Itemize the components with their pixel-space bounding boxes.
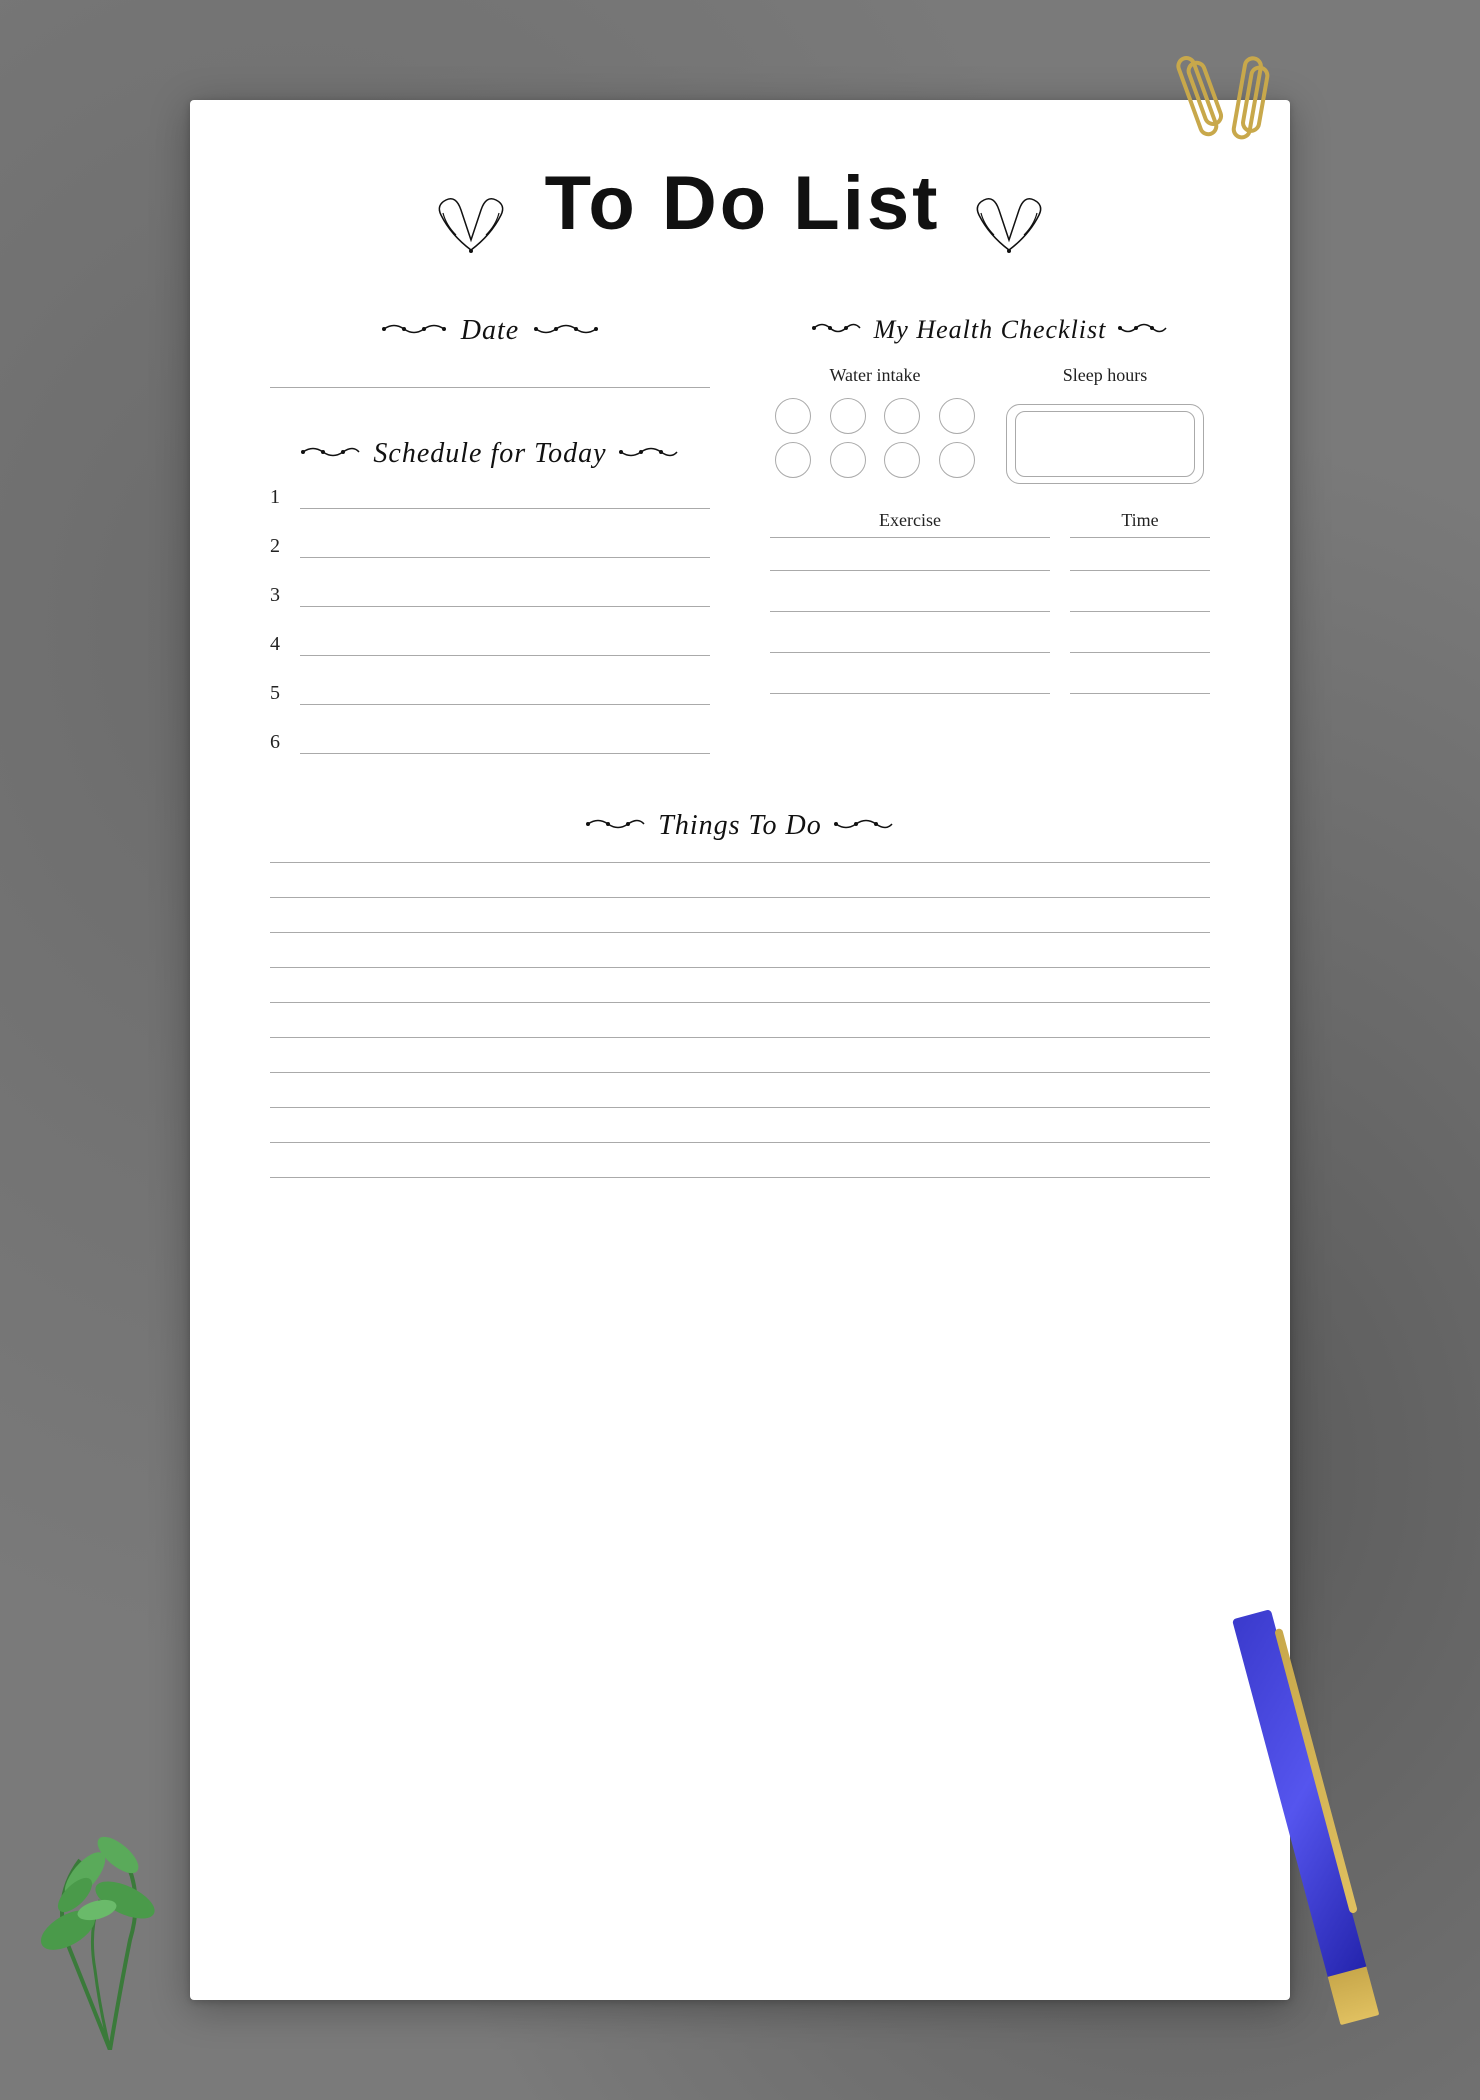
sleep-section: Sleep hours bbox=[1000, 365, 1210, 490]
todo-line-8 bbox=[270, 1107, 1210, 1108]
todo-line-6 bbox=[270, 1037, 1210, 1038]
todo-line-10 bbox=[270, 1177, 1210, 1178]
date-label: Date bbox=[461, 315, 519, 347]
exercise-line-4 bbox=[770, 693, 1050, 694]
things-section: Things To Do bbox=[270, 810, 1210, 1178]
time-line-3 bbox=[1070, 652, 1210, 653]
water-circle-2[interactable] bbox=[830, 398, 866, 434]
schedule-line-4 bbox=[300, 655, 710, 656]
schedule-item-3: 3 bbox=[270, 584, 710, 611]
date-header: Date bbox=[270, 315, 710, 347]
time-line-1 bbox=[1070, 570, 1210, 571]
date-section: Date bbox=[270, 315, 710, 388]
water-circle-1[interactable] bbox=[775, 398, 811, 434]
exercise-item-4 bbox=[770, 673, 1210, 694]
page-title: To Do List bbox=[545, 160, 941, 247]
main-content: Date bbox=[270, 315, 1210, 780]
health-label: My Health Checklist bbox=[874, 315, 1107, 345]
todo-line-1 bbox=[270, 862, 1210, 863]
schedule-item-1: 1 bbox=[270, 486, 710, 513]
todo-line-3 bbox=[270, 932, 1210, 933]
date-laurel-right bbox=[531, 318, 601, 345]
schedule-number-1: 1 bbox=[270, 486, 290, 509]
todo-line-9 bbox=[270, 1142, 1210, 1143]
plant-decoration bbox=[0, 1700, 220, 2050]
water-circle-5[interactable] bbox=[775, 442, 811, 478]
exercise-header: Exercise Time bbox=[770, 510, 1210, 538]
todo-line-4 bbox=[270, 967, 1210, 968]
water-sleep-row: Water intake Sleep hours bbox=[770, 365, 1210, 490]
sleep-box-inner bbox=[1015, 411, 1195, 477]
water-circle-4[interactable] bbox=[939, 398, 975, 434]
water-circles bbox=[770, 398, 980, 478]
schedule-line-6 bbox=[300, 753, 710, 754]
schedule-number-6: 6 bbox=[270, 731, 290, 754]
exercise-item-2 bbox=[770, 591, 1210, 612]
schedule-item-6: 6 bbox=[270, 731, 710, 758]
time-line-4 bbox=[1070, 693, 1210, 694]
sleep-box-outer bbox=[1006, 404, 1204, 484]
sleep-box-container bbox=[1000, 398, 1210, 490]
exercise-line-2 bbox=[770, 611, 1050, 612]
exercise-line-1 bbox=[770, 570, 1050, 571]
schedule-line-3 bbox=[300, 606, 710, 607]
water-label: Water intake bbox=[770, 365, 980, 386]
exercise-label: Exercise bbox=[770, 510, 1050, 538]
water-circle-8[interactable] bbox=[939, 442, 975, 478]
exercise-section: Exercise Time bbox=[770, 510, 1210, 694]
schedule-number-4: 4 bbox=[270, 633, 290, 656]
schedule-line-1 bbox=[300, 508, 710, 509]
todo-line-5 bbox=[270, 1002, 1210, 1003]
date-laurel-left bbox=[379, 318, 449, 345]
schedule-label: Schedule for Today bbox=[373, 438, 606, 470]
health-header: My Health Checklist bbox=[770, 315, 1210, 345]
things-label: Things To Do bbox=[658, 810, 821, 842]
health-laurel-left bbox=[812, 317, 862, 344]
exercise-line-3 bbox=[770, 652, 1050, 653]
health-laurel-right bbox=[1118, 317, 1168, 344]
water-circle-6[interactable] bbox=[830, 442, 866, 478]
exercise-item-3 bbox=[770, 632, 1210, 653]
water-circle-7[interactable] bbox=[884, 442, 920, 478]
todo-line-2 bbox=[270, 897, 1210, 898]
time-label: Time bbox=[1070, 510, 1210, 538]
schedule-laurel-left bbox=[301, 441, 361, 468]
things-laurel-left bbox=[586, 813, 646, 840]
schedule-item-2: 2 bbox=[270, 535, 710, 562]
todo-line-7 bbox=[270, 1072, 1210, 1073]
paper-document: To Do List bbox=[190, 100, 1290, 2000]
schedule-item-5: 5 bbox=[270, 682, 710, 709]
schedule-line-2 bbox=[300, 557, 710, 558]
water-section: Water intake bbox=[770, 365, 980, 490]
pen-tip bbox=[1328, 1966, 1380, 2025]
time-line-2 bbox=[1070, 611, 1210, 612]
schedule-number-2: 2 bbox=[270, 535, 290, 558]
things-header: Things To Do bbox=[270, 810, 1210, 842]
sleep-label: Sleep hours bbox=[1000, 365, 1210, 386]
schedule-laurel-right bbox=[619, 441, 679, 468]
title-deco-right bbox=[959, 202, 1049, 242]
schedule-item-4: 4 bbox=[270, 633, 710, 660]
left-column: Date bbox=[270, 315, 710, 780]
exercise-item-1 bbox=[770, 550, 1210, 571]
date-line bbox=[270, 387, 710, 388]
schedule-section: Schedule for Today 1 bbox=[270, 438, 710, 758]
title-deco-left bbox=[431, 202, 530, 242]
schedule-number-5: 5 bbox=[270, 682, 290, 705]
paperclip-decoration bbox=[1170, 40, 1320, 165]
schedule-header: Schedule for Today bbox=[270, 438, 710, 470]
water-circle-3[interactable] bbox=[884, 398, 920, 434]
right-column: My Health Checklist Water intake bbox=[770, 315, 1210, 780]
title-section: To Do List bbox=[270, 160, 1210, 265]
schedule-line-5 bbox=[300, 704, 710, 705]
things-laurel-right bbox=[834, 813, 894, 840]
schedule-number-3: 3 bbox=[270, 584, 290, 607]
